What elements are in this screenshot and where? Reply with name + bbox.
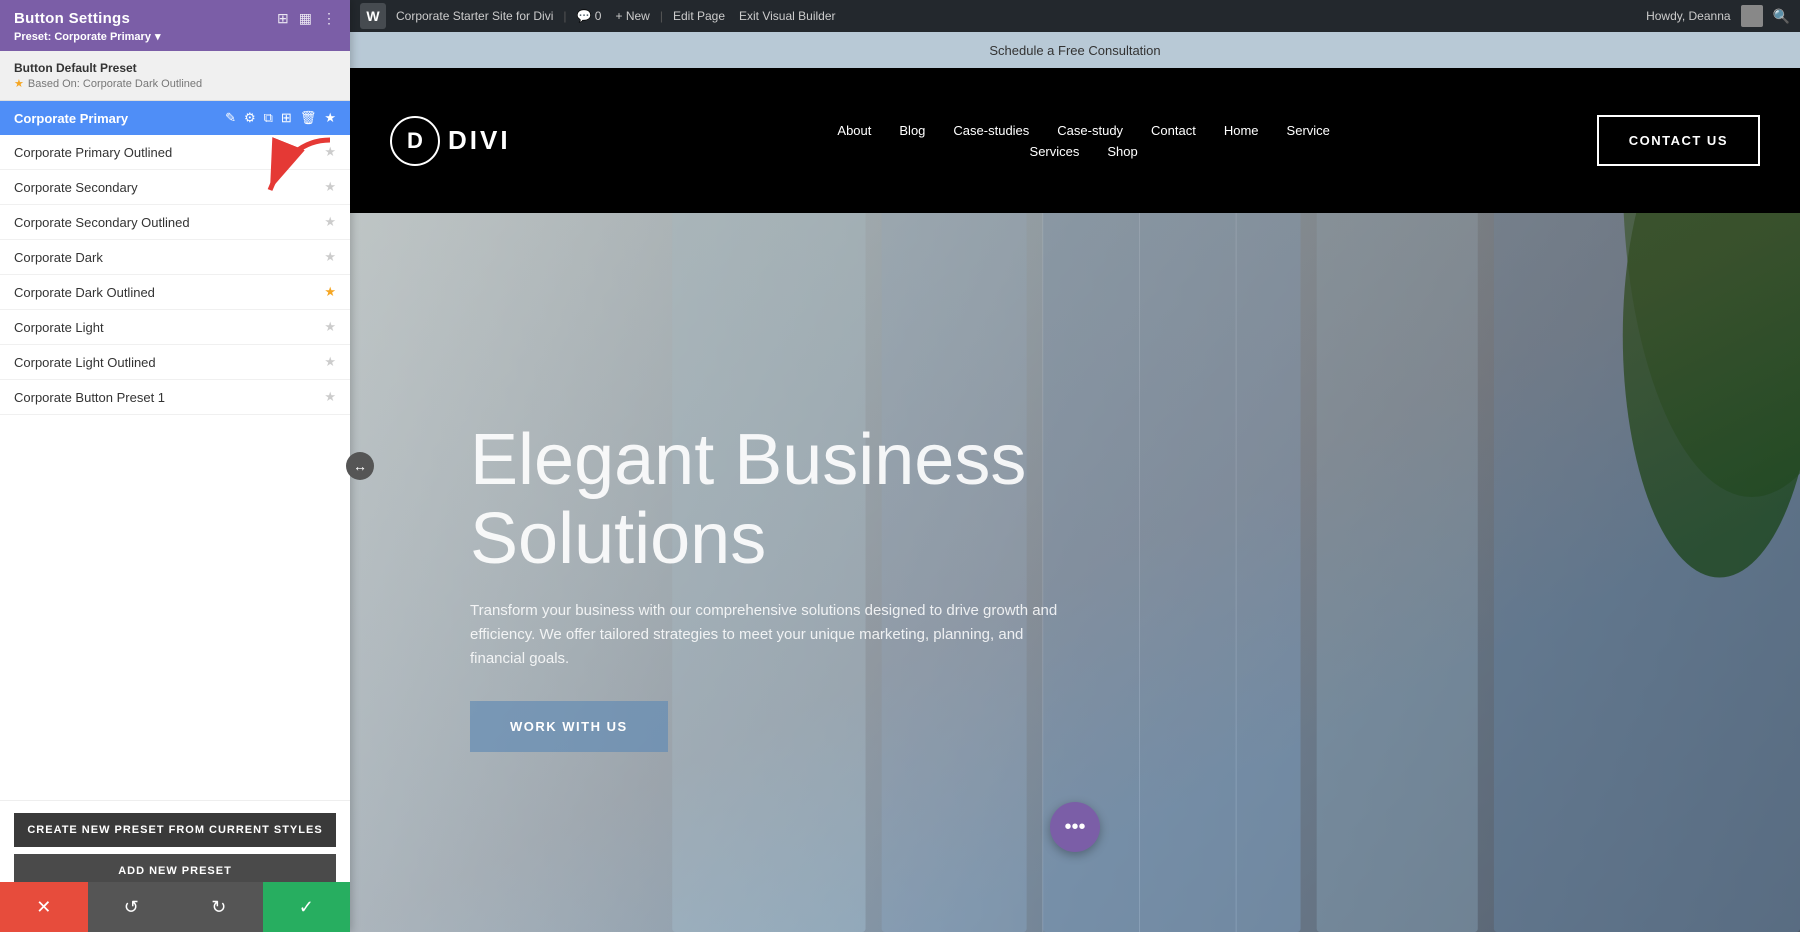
preset-item-active[interactable]: Corporate Primary ✎ ⚙ ⧉ ⊞ 🗑 ★ [0,101,350,135]
wp-avatar [1741,5,1763,27]
panel-icon-grid[interactable]: ⊞ [277,10,289,27]
redo-button[interactable]: ↻ [175,882,263,932]
wp-admin-bar: W Corporate Starter Site for Divi | 💬 0 … [350,0,1800,32]
preset-item[interactable]: Corporate Secondary Outlined ★ [0,205,350,240]
preset-star-icon[interactable]: ★ [324,319,336,335]
edit-icon[interactable]: ✎ [225,110,236,126]
hero-section: Elegant Business Solutions Transform you… [350,213,1800,932]
star-active-icon[interactable]: ★ [324,110,336,126]
create-preset-button[interactable]: CREATE NEW PRESET FROM CURRENT STYLES [14,813,336,847]
nav-link[interactable]: Shop [1107,144,1137,159]
nav-link[interactable]: Contact [1151,123,1196,138]
preset-star-icon[interactable]: ★ [324,389,336,405]
preset-label-text: Preset: Corporate Primary [14,31,151,43]
preset-item[interactable]: Corporate Dark Outlined ★ [0,275,350,310]
nav-links: About Blog Case-studies Case-study Contact Ho… [571,123,1597,159]
default-preset-title: Button Default Preset [14,61,336,75]
active-preset-action-icons: ✎ ⚙ ⧉ ⊞ 🗑 ★ [225,110,336,126]
preset-star-icon[interactable]: ★ [324,249,336,265]
nav-link[interactable]: Service [1287,123,1330,138]
undo-button[interactable]: ↺ [88,882,176,932]
hero-cta-button[interactable]: WORK WITH US [470,701,668,752]
hero-content: Elegant Business Solutions Transform you… [470,421,1150,752]
preset-item[interactable]: Corporate Light ★ [0,310,350,345]
hero-title: Elegant Business Solutions [470,421,1150,579]
cancel-button[interactable]: ✕ [0,882,88,932]
panel-title: Button Settings [14,10,130,27]
announcement-bar: Schedule a Free Consultation [350,32,1800,68]
preset-item[interactable]: Corporate Dark ★ [0,240,350,275]
nav-link[interactable]: Home [1224,123,1259,138]
preset-item-label: Corporate Secondary Outlined [14,215,190,230]
nav-link[interactable]: Services [1030,144,1080,159]
nav-link[interactable]: Case-study [1057,123,1123,138]
settings-icon[interactable]: ⚙ [244,110,256,126]
panel-resize-handle[interactable]: ↔ [346,452,374,480]
wp-exit-builder[interactable]: Exit Visual Builder [735,9,840,23]
nav-link[interactable]: Blog [899,123,925,138]
divi-logo-text: DIVI [448,125,511,156]
wp-search-icon[interactable]: 🔍 [1773,8,1790,25]
preset-item-label: Corporate Button Preset 1 [14,390,165,405]
preset-item[interactable]: Corporate Button Preset 1 ★ [0,380,350,415]
nav-row-2: Services Shop [1030,144,1138,159]
preset-star-icon[interactable]: ★ [324,214,336,230]
admin-sep-1: | [563,9,566,23]
floating-action-button[interactable]: ••• [1050,802,1100,852]
bottom-action-bar: ✕ ↺ ↻ ✓ [0,882,350,932]
panel-icon-columns[interactable]: ▦ [299,10,312,27]
panel-icon-more[interactable]: ⋮ [322,10,336,27]
panel-header-icons: ⊞ ▦ ⋮ [277,10,336,27]
site-logo[interactable]: D DIVI [390,116,511,166]
site-navigation: D DIVI About Blog Case-studies Case-study Co… [350,68,1800,213]
contact-us-button[interactable]: CONTACT US [1597,115,1760,166]
nav-link[interactable]: Case-studies [953,123,1029,138]
delete-icon[interactable]: 🗑 [300,110,317,126]
wp-logo[interactable]: W [360,3,386,29]
preset-item-label: Corporate Dark [14,250,103,265]
website-preview: W Corporate Starter Site for Divi | 💬 0 … [350,0,1800,932]
wp-edit-page[interactable]: Edit Page [669,9,729,23]
default-preset-based: ★ Based On: Corporate Dark Outlined [14,77,336,90]
preset-star-icon[interactable]: ★ [324,284,336,300]
duplicate-icon[interactable]: ⧉ [264,110,273,126]
preset-item-label: Corporate Light [14,320,104,335]
preset-item[interactable]: Corporate Secondary ★ [0,170,350,205]
nav-link[interactable]: About [837,123,871,138]
preset-item-label: Corporate Secondary [14,180,138,195]
preset-label[interactable]: Preset: Corporate Primary ▾ [14,30,336,43]
admin-sep-2: | [660,9,663,23]
preset-item[interactable]: Corporate Light Outlined ★ [0,345,350,380]
announcement-text: Schedule a Free Consultation [989,43,1160,58]
button-settings-panel: Button Settings ⊞ ▦ ⋮ Preset: Corporate … [0,0,350,932]
wp-new-label: + New [615,9,649,23]
preset-star-icon[interactable]: ★ [324,144,336,160]
wp-howdy: Howdy, Deanna [1646,9,1731,23]
wp-comments: 💬 0 [573,9,606,23]
wp-admin-right: Howdy, Deanna 🔍 [1646,5,1790,27]
preset-label-arrow: ▾ [155,30,161,43]
preset-star-icon[interactable]: ★ [324,179,336,195]
preset-item-label: Corporate Light Outlined [14,355,156,370]
default-preset-notice: Button Default Preset ★ Based On: Corpor… [0,51,350,101]
based-on-text: Based On: Corporate Dark Outlined [28,78,202,90]
copy-icon[interactable]: ⊞ [281,110,292,126]
hero-subtitle: Transform your business with our compreh… [470,599,1070,671]
wp-site-name[interactable]: Corporate Starter Site for Divi [392,9,557,23]
preset-item-label: Corporate Primary Outlined [14,145,172,160]
preset-item[interactable]: Corporate Primary Outlined ★ [0,135,350,170]
divi-logo-circle: D [390,116,440,166]
preset-item-label: Corporate Dark Outlined [14,285,155,300]
wp-new-button[interactable]: + New [611,9,653,23]
active-preset-label: Corporate Primary [14,111,128,126]
preset-star-icon[interactable]: ★ [324,354,336,370]
save-button[interactable]: ✓ [263,882,351,932]
nav-row-1: About Blog Case-studies Case-study Contact Ho… [837,123,1330,138]
preset-list: Corporate Primary Outlined ★Corporate Se… [0,135,350,800]
panel-header: Button Settings ⊞ ▦ ⋮ Preset: Corporate … [0,0,350,51]
star-icon: ★ [14,77,24,90]
